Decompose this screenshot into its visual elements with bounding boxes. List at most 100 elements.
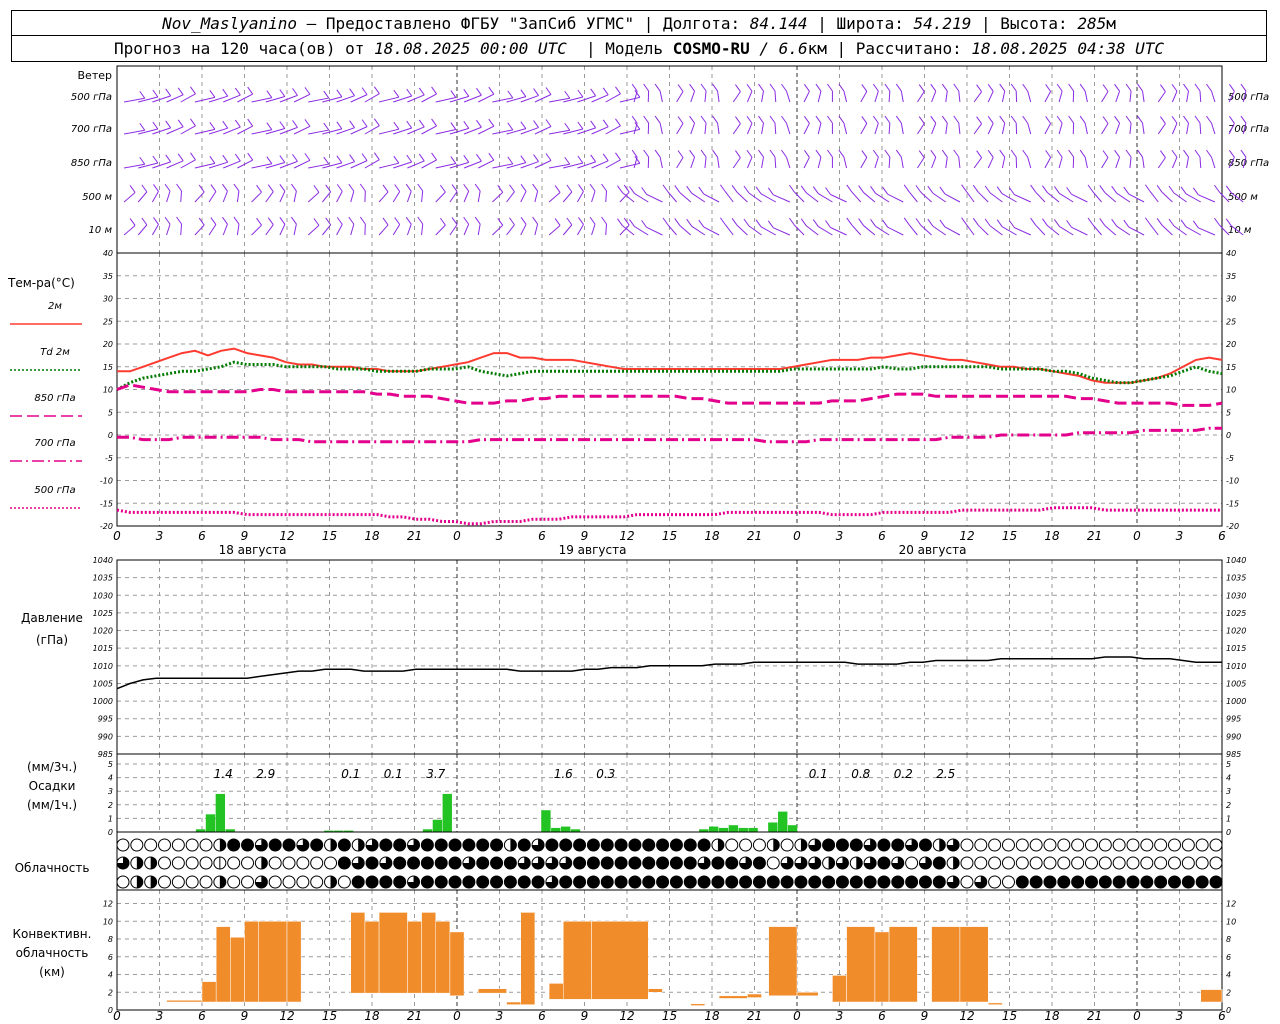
cloud-symbol-fill	[1140, 876, 1153, 888]
wind-barb	[1173, 225, 1187, 236]
wind-barb-feather	[520, 89, 527, 97]
wind-barb-feather	[1102, 84, 1109, 92]
temp-xtick: 21	[407, 529, 422, 543]
wind-barb	[406, 224, 412, 236]
conv-xtick: 12	[279, 1009, 294, 1023]
wind-barb-feather	[1240, 115, 1247, 124]
wind-barb	[634, 193, 649, 203]
cloud-symbol-fill	[794, 876, 807, 888]
conv-xtick: 9	[581, 1009, 589, 1023]
convective-bar	[478, 988, 507, 994]
cloud-symbol-fill	[800, 839, 807, 851]
cloud-symbol-fill	[753, 857, 766, 869]
cloud-symbol-fill	[449, 839, 462, 851]
wind-barb	[562, 224, 573, 236]
conv-ytick-left: 6	[108, 953, 113, 962]
wind-barb-feather	[1168, 218, 1175, 227]
temp-ytick-left: -5	[105, 454, 113, 463]
wind-barb	[748, 192, 762, 203]
wind-barb-feather	[927, 218, 934, 227]
cloud-symbol-fill	[670, 857, 683, 869]
wind-barb	[1059, 226, 1074, 236]
wind-barb	[180, 223, 183, 236]
wind-barb-feather	[361, 119, 368, 127]
wind-barb-feather	[996, 219, 1003, 227]
wind-barb-feather	[1068, 149, 1075, 158]
temp-xtick: 21	[1087, 529, 1102, 543]
cloud-symbol	[227, 875, 241, 889]
precip-total-label: 0.1	[384, 767, 403, 781]
cloud-symbol-fill	[698, 839, 711, 851]
wind-barb	[208, 224, 217, 236]
wind-barb-feather	[677, 150, 684, 158]
wind-barb	[1129, 90, 1132, 103]
wind-barb	[562, 191, 573, 203]
wind-barb-feather	[677, 116, 684, 124]
wind-barb-feather	[882, 219, 889, 228]
cloud-symbol-fill	[905, 876, 918, 888]
wind-level-label: 10 м	[89, 225, 113, 236]
wind-barb-feather	[165, 88, 172, 97]
wind-barb-feather	[1156, 217, 1163, 226]
temp-legend-label: Td 2м	[40, 347, 70, 358]
conv-ytick-right: 0	[1226, 1006, 1231, 1015]
precip-total-label: 0.8	[851, 767, 870, 781]
wind-barb	[520, 191, 527, 203]
wind-barb-feather	[393, 89, 400, 98]
wind-barb-feather	[279, 216, 286, 225]
pressure-ytick-left: 1020	[93, 627, 113, 636]
cloud-symbol	[960, 838, 974, 852]
wind-barb-feather	[953, 149, 960, 158]
temp-ytick-right: 5	[1226, 408, 1231, 417]
cloud-symbol	[1154, 838, 1168, 852]
temp-xtick: 15	[662, 529, 677, 543]
wind-barb-feather	[781, 115, 787, 124]
convective-bar	[931, 926, 961, 1003]
wind-barb-feather	[313, 185, 320, 193]
wind-barb-feather	[141, 184, 148, 193]
wind-barb	[123, 225, 136, 236]
wind-barb	[1142, 90, 1145, 103]
wind-barb	[223, 160, 241, 169]
wind-barb	[761, 156, 764, 169]
wind-barb-feather	[336, 121, 343, 130]
wind-barb	[279, 94, 298, 103]
wind-barb	[794, 224, 805, 236]
conv-ytick-right: 10	[1226, 917, 1236, 926]
wind-level-label: 500 м	[82, 192, 112, 203]
wind-barb	[920, 192, 932, 203]
cloud-symbol	[1209, 838, 1223, 852]
wind-barb-feather	[348, 216, 355, 225]
temp-ytick-left: 35	[103, 272, 113, 281]
wind-barb	[860, 91, 868, 103]
wind-barb	[251, 224, 262, 236]
wind-barb	[920, 225, 932, 236]
wind-barb-feather	[177, 153, 184, 162]
pressure-ytick-left: 1015	[93, 644, 113, 653]
wind-barb-feather	[870, 219, 876, 227]
conv-xtick: 21	[1087, 1009, 1102, 1023]
temp-ytick-right: 30	[1226, 295, 1236, 304]
cloud-symbol	[116, 875, 130, 889]
cloud-symbol	[144, 838, 158, 852]
wind-barb-feather	[590, 88, 597, 97]
temp-xtick: 3	[156, 529, 164, 543]
wind-barb	[619, 96, 640, 103]
wind-barb-feather	[165, 154, 172, 163]
temp-ytick-left: 15	[103, 363, 113, 372]
wind-barb	[1027, 156, 1032, 169]
wind-barb-feather	[222, 120, 229, 129]
wind-barb	[180, 190, 183, 203]
wind-barb-feather	[758, 115, 764, 124]
wind-barb-feather	[976, 150, 983, 158]
wind-barb-feather	[373, 152, 380, 160]
wind-barb-feather	[589, 183, 596, 192]
temp-ytick-left: 10	[103, 386, 113, 395]
wind-barb	[958, 90, 961, 103]
wind-barb-feather	[394, 217, 401, 225]
wind-title: Ветер	[78, 69, 112, 82]
cloud-symbol	[988, 838, 1002, 852]
precip-ytick-left: 3	[108, 787, 113, 796]
wind-barb	[1027, 90, 1032, 103]
wind-barb-feather	[858, 218, 864, 226]
